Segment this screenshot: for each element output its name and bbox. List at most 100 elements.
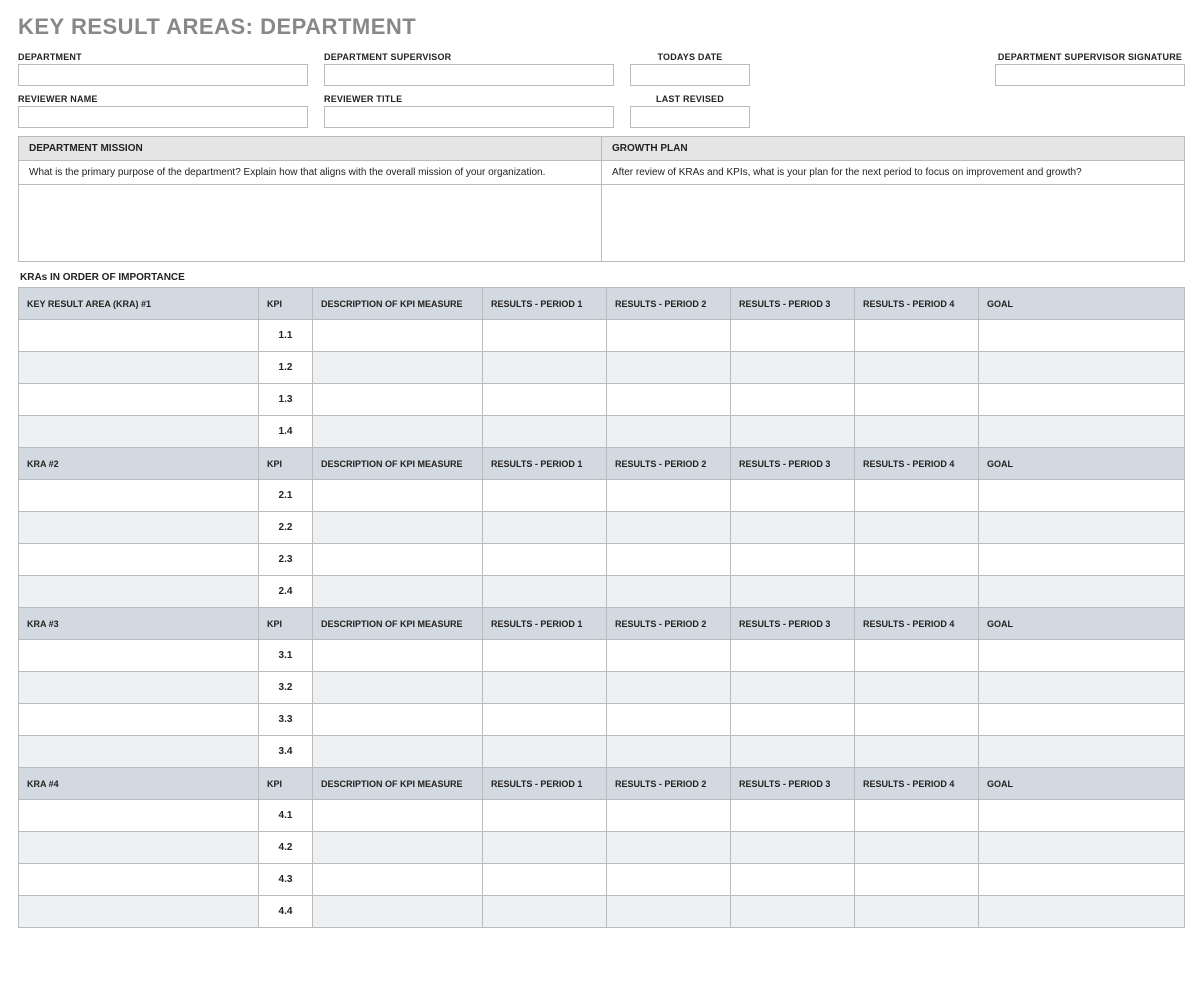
goal-cell[interactable]: [979, 864, 1185, 896]
results-p3-cell[interactable]: [731, 896, 855, 928]
results-p2-cell[interactable]: [607, 864, 731, 896]
results-p3-cell[interactable]: [731, 672, 855, 704]
kpi-desc-cell[interactable]: [313, 736, 483, 768]
results-p2-cell[interactable]: [607, 416, 731, 448]
kra-name-cell[interactable]: [19, 384, 259, 416]
results-p2-cell[interactable]: [607, 832, 731, 864]
kpi-desc-cell[interactable]: [313, 864, 483, 896]
results-p2-cell[interactable]: [607, 736, 731, 768]
goal-cell[interactable]: [979, 576, 1185, 608]
kra-name-cell[interactable]: [19, 352, 259, 384]
results-p4-cell[interactable]: [855, 544, 979, 576]
kra-name-cell[interactable]: [19, 480, 259, 512]
results-p4-cell[interactable]: [855, 640, 979, 672]
results-p3-cell[interactable]: [731, 864, 855, 896]
goal-cell[interactable]: [979, 416, 1185, 448]
reviewer-title-input[interactable]: [324, 106, 614, 128]
kra-name-cell[interactable]: [19, 800, 259, 832]
results-p3-cell[interactable]: [731, 384, 855, 416]
goal-cell[interactable]: [979, 544, 1185, 576]
results-p1-cell[interactable]: [483, 736, 607, 768]
results-p1-cell[interactable]: [483, 704, 607, 736]
kpi-desc-cell[interactable]: [313, 640, 483, 672]
kra-name-cell[interactable]: [19, 736, 259, 768]
kra-name-cell[interactable]: [19, 576, 259, 608]
results-p4-cell[interactable]: [855, 384, 979, 416]
results-p2-cell[interactable]: [607, 480, 731, 512]
goal-cell[interactable]: [979, 672, 1185, 704]
todays-date-input[interactable]: [630, 64, 750, 86]
kra-name-cell[interactable]: [19, 544, 259, 576]
results-p3-cell[interactable]: [731, 544, 855, 576]
results-p3-cell[interactable]: [731, 352, 855, 384]
results-p2-cell[interactable]: [607, 896, 731, 928]
results-p4-cell[interactable]: [855, 512, 979, 544]
results-p1-cell[interactable]: [483, 672, 607, 704]
results-p2-cell[interactable]: [607, 576, 731, 608]
results-p1-cell[interactable]: [483, 480, 607, 512]
kpi-desc-cell[interactable]: [313, 320, 483, 352]
results-p3-cell[interactable]: [731, 512, 855, 544]
kpi-desc-cell[interactable]: [313, 800, 483, 832]
results-p3-cell[interactable]: [731, 736, 855, 768]
kra-name-cell[interactable]: [19, 832, 259, 864]
kra-name-cell[interactable]: [19, 416, 259, 448]
goal-cell[interactable]: [979, 736, 1185, 768]
kra-name-cell[interactable]: [19, 512, 259, 544]
kpi-desc-cell[interactable]: [313, 480, 483, 512]
results-p4-cell[interactable]: [855, 416, 979, 448]
results-p4-cell[interactable]: [855, 736, 979, 768]
kpi-desc-cell[interactable]: [313, 512, 483, 544]
results-p1-cell[interactable]: [483, 352, 607, 384]
results-p4-cell[interactable]: [855, 352, 979, 384]
results-p2-cell[interactable]: [607, 512, 731, 544]
kra-name-cell[interactable]: [19, 896, 259, 928]
results-p1-cell[interactable]: [483, 416, 607, 448]
results-p4-cell[interactable]: [855, 320, 979, 352]
results-p4-cell[interactable]: [855, 576, 979, 608]
results-p1-cell[interactable]: [483, 544, 607, 576]
results-p4-cell[interactable]: [855, 704, 979, 736]
goal-cell[interactable]: [979, 352, 1185, 384]
results-p3-cell[interactable]: [731, 800, 855, 832]
goal-cell[interactable]: [979, 512, 1185, 544]
results-p2-cell[interactable]: [607, 640, 731, 672]
results-p1-cell[interactable]: [483, 576, 607, 608]
kpi-desc-cell[interactable]: [313, 384, 483, 416]
results-p4-cell[interactable]: [855, 672, 979, 704]
growth-body[interactable]: [602, 185, 1184, 261]
last-revised-input[interactable]: [630, 106, 750, 128]
goal-cell[interactable]: [979, 832, 1185, 864]
goal-cell[interactable]: [979, 480, 1185, 512]
kpi-desc-cell[interactable]: [313, 832, 483, 864]
results-p4-cell[interactable]: [855, 832, 979, 864]
mission-body[interactable]: [19, 185, 601, 261]
kpi-desc-cell[interactable]: [313, 672, 483, 704]
results-p1-cell[interactable]: [483, 864, 607, 896]
kpi-desc-cell[interactable]: [313, 576, 483, 608]
results-p2-cell[interactable]: [607, 352, 731, 384]
results-p1-cell[interactable]: [483, 384, 607, 416]
goal-cell[interactable]: [979, 704, 1185, 736]
results-p3-cell[interactable]: [731, 320, 855, 352]
results-p3-cell[interactable]: [731, 480, 855, 512]
results-p3-cell[interactable]: [731, 704, 855, 736]
reviewer-name-input[interactable]: [18, 106, 308, 128]
department-input[interactable]: [18, 64, 308, 86]
signature-input[interactable]: [995, 64, 1185, 86]
results-p3-cell[interactable]: [731, 832, 855, 864]
results-p4-cell[interactable]: [855, 480, 979, 512]
results-p4-cell[interactable]: [855, 800, 979, 832]
results-p1-cell[interactable]: [483, 832, 607, 864]
results-p1-cell[interactable]: [483, 512, 607, 544]
kpi-desc-cell[interactable]: [313, 416, 483, 448]
results-p2-cell[interactable]: [607, 320, 731, 352]
kpi-desc-cell[interactable]: [313, 352, 483, 384]
kra-name-cell[interactable]: [19, 640, 259, 672]
results-p2-cell[interactable]: [607, 384, 731, 416]
kra-name-cell[interactable]: [19, 672, 259, 704]
goal-cell[interactable]: [979, 896, 1185, 928]
results-p1-cell[interactable]: [483, 896, 607, 928]
results-p1-cell[interactable]: [483, 320, 607, 352]
results-p2-cell[interactable]: [607, 672, 731, 704]
